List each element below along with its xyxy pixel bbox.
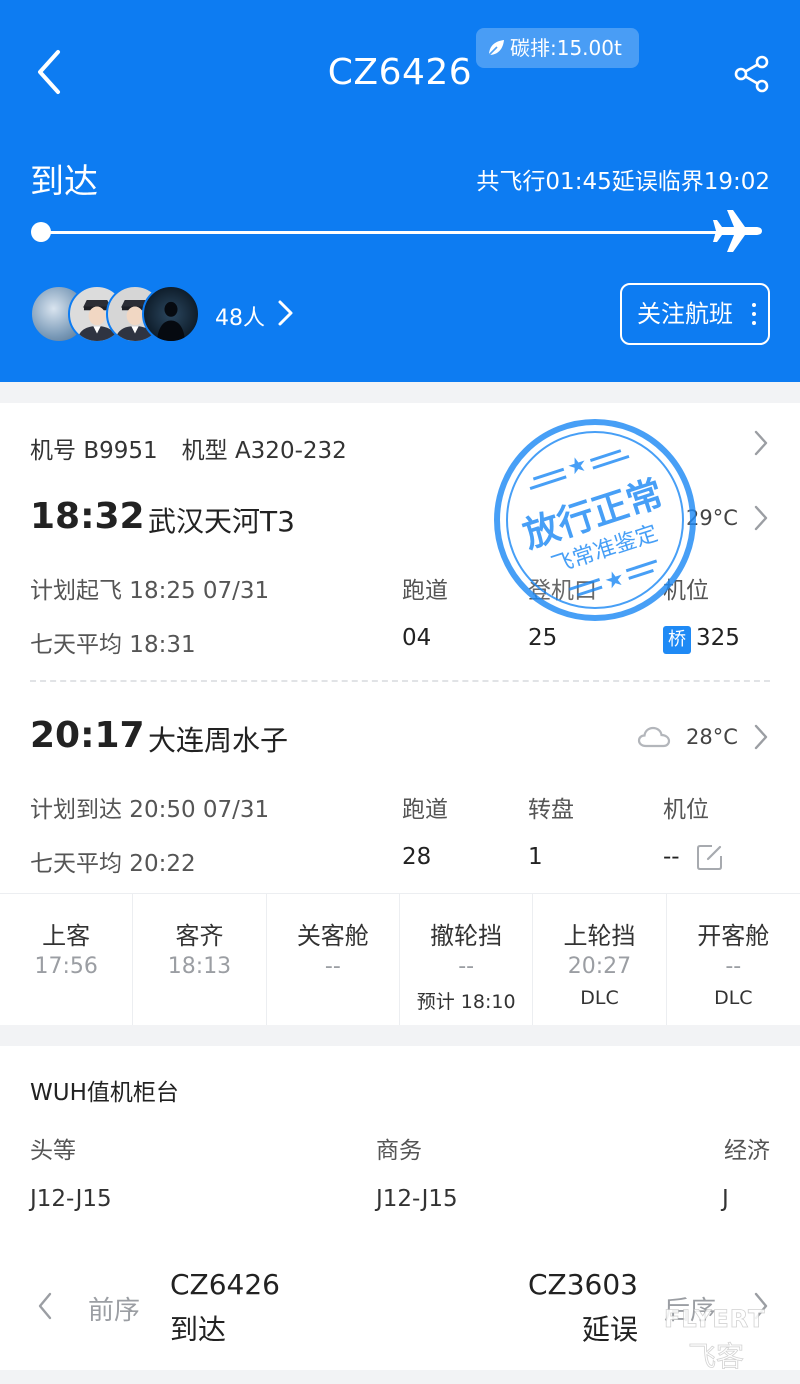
- step-time: --: [725, 954, 742, 979]
- departure-stand: 325: [696, 625, 740, 651]
- aircraft-info[interactable]: 机号 B9951 机型 A320-232: [30, 431, 347, 465]
- chevron-right-icon[interactable]: [274, 298, 296, 328]
- step-boarding: 上客 17:56: [0, 894, 134, 1025]
- departure-airport[interactable]: 武汉天河T3: [148, 500, 295, 540]
- previous-flight-label[interactable]: 前序: [88, 1290, 140, 1327]
- step-title: 上客: [42, 922, 91, 950]
- step-note: 预计 18:10: [416, 991, 516, 1013]
- departure-runway-label: 跑道: [402, 578, 448, 604]
- economy-class-label: 经济: [724, 1138, 770, 1164]
- business-class-counters: J12-J15: [376, 1186, 458, 1212]
- step-note: DLC: [580, 987, 619, 1009]
- previous-flight-status: 到达: [170, 1313, 227, 1346]
- step-boarding-complete: 客齐 18:13: [133, 894, 267, 1025]
- share-icon: [734, 55, 769, 93]
- departure-seven-day-avg: 七天平均 18:31: [30, 632, 196, 658]
- share-button[interactable]: [732, 54, 772, 94]
- first-class-label: 头等: [30, 1138, 76, 1164]
- economy-class-counters: J: [722, 1186, 729, 1212]
- divider: [30, 680, 770, 682]
- step-time: 18:13: [167, 954, 232, 979]
- follow-flight-label: 关注航班: [637, 300, 733, 328]
- airplane-icon: [713, 210, 762, 252]
- aircraft-type-value: A320-232: [234, 438, 347, 464]
- step-time: 17:56: [34, 954, 98, 979]
- business-class-label: 商务: [376, 1138, 422, 1164]
- checkin-title: WUH值机柜台: [30, 1080, 179, 1106]
- arrival-runway: 28: [402, 844, 432, 870]
- arrival-runway-label: 跑道: [402, 797, 448, 823]
- chevron-left-icon[interactable]: [36, 1290, 54, 1322]
- arrival-scheduled: 计划到达 20:50 07/31: [30, 797, 270, 823]
- step-time: --: [458, 954, 475, 979]
- arrival-actual-time: 20:17: [30, 715, 145, 756]
- step-time: --: [324, 954, 341, 979]
- departure-temperature: 29°C: [686, 506, 738, 530]
- follow-flight-button[interactable]: 关注航班: [620, 283, 770, 345]
- step-title: 开客舱: [697, 922, 770, 950]
- bridge-badge: 桥: [663, 626, 691, 654]
- ground-process-steps: 上客 17:56 客齐 18:13 关客舱 -- 撤轮挡 -- 预计 18:10…: [0, 894, 800, 1025]
- carbon-label: 碳排:15.00t: [510, 36, 622, 60]
- step-chocks-on: 上轮挡 20:27 DLC: [533, 894, 667, 1025]
- previous-flight-number[interactable]: CZ6426: [170, 1268, 280, 1301]
- origin-dot: [31, 222, 51, 242]
- flight-number: CZ6426: [327, 52, 473, 93]
- chevron-right-icon[interactable]: [752, 503, 770, 533]
- arrival-airport[interactable]: 大连周水子: [148, 719, 288, 759]
- first-class-counters: J12-J15: [30, 1186, 112, 1212]
- step-chocks-off: 撤轮挡 -- 预计 18:10: [400, 894, 534, 1025]
- chevron-right-icon[interactable]: [752, 1290, 770, 1322]
- arrival-carousel: 1: [528, 844, 543, 870]
- registration-label: 机号: [30, 438, 76, 464]
- step-title: 关客舱: [296, 922, 369, 950]
- step-door-closed: 关客舱 --: [267, 894, 400, 1025]
- departure-gate-label: 登机口: [528, 578, 597, 604]
- avatar: [142, 285, 200, 343]
- flight-summary: 共飞行01:45延误临界19:02: [476, 169, 770, 195]
- next-flight-label[interactable]: 后序: [664, 1290, 716, 1327]
- arrival-carousel-label: 转盘: [528, 797, 574, 823]
- step-door-opened: 开客舱 -- DLC: [667, 894, 800, 1025]
- chevron-right-icon[interactable]: [752, 722, 770, 752]
- step-time: 20:27: [567, 954, 632, 979]
- carbon-badge[interactable]: 碳排:15.00t: [476, 28, 639, 68]
- next-flight-number[interactable]: CZ3603: [528, 1268, 638, 1301]
- leaf-icon: [488, 40, 504, 56]
- departure-runway: 04: [402, 625, 432, 651]
- departure-scheduled: 计划起飞 18:25 07/31: [30, 578, 270, 604]
- edit-icon[interactable]: [696, 843, 724, 871]
- flight-status: 到达: [30, 162, 98, 202]
- chevron-right-icon[interactable]: [752, 428, 770, 458]
- arrival-temperature: 28°C: [686, 725, 738, 749]
- step-title: 客齐: [175, 922, 224, 950]
- followers-count[interactable]: 48人: [215, 300, 265, 332]
- step-title: 撤轮挡: [430, 922, 503, 950]
- step-note: DLC: [714, 987, 753, 1009]
- aircraft-type-label: 机型: [181, 438, 228, 464]
- flight-header: CZ6426 碳排:15.00t 到达 共飞行01:45延误临界19:02 48…: [0, 0, 800, 382]
- flight-progress-track: [44, 231, 724, 234]
- cloud-icon: [637, 726, 671, 748]
- arrival-seven-day-avg: 七天平均 20:22: [30, 851, 196, 877]
- departure-stand-label: 机位: [663, 578, 709, 604]
- departure-gate: 25: [528, 625, 558, 651]
- arrival-stand-label: 机位: [663, 797, 709, 823]
- step-title: 上轮挡: [563, 922, 636, 950]
- departure-actual-time: 18:32: [30, 496, 145, 537]
- more-icon: [752, 303, 756, 325]
- registration-value: B9951: [83, 438, 158, 464]
- arrival-stand: --: [663, 844, 680, 870]
- follower-avatars[interactable]: [30, 285, 200, 343]
- next-flight-status: 延误: [581, 1313, 638, 1346]
